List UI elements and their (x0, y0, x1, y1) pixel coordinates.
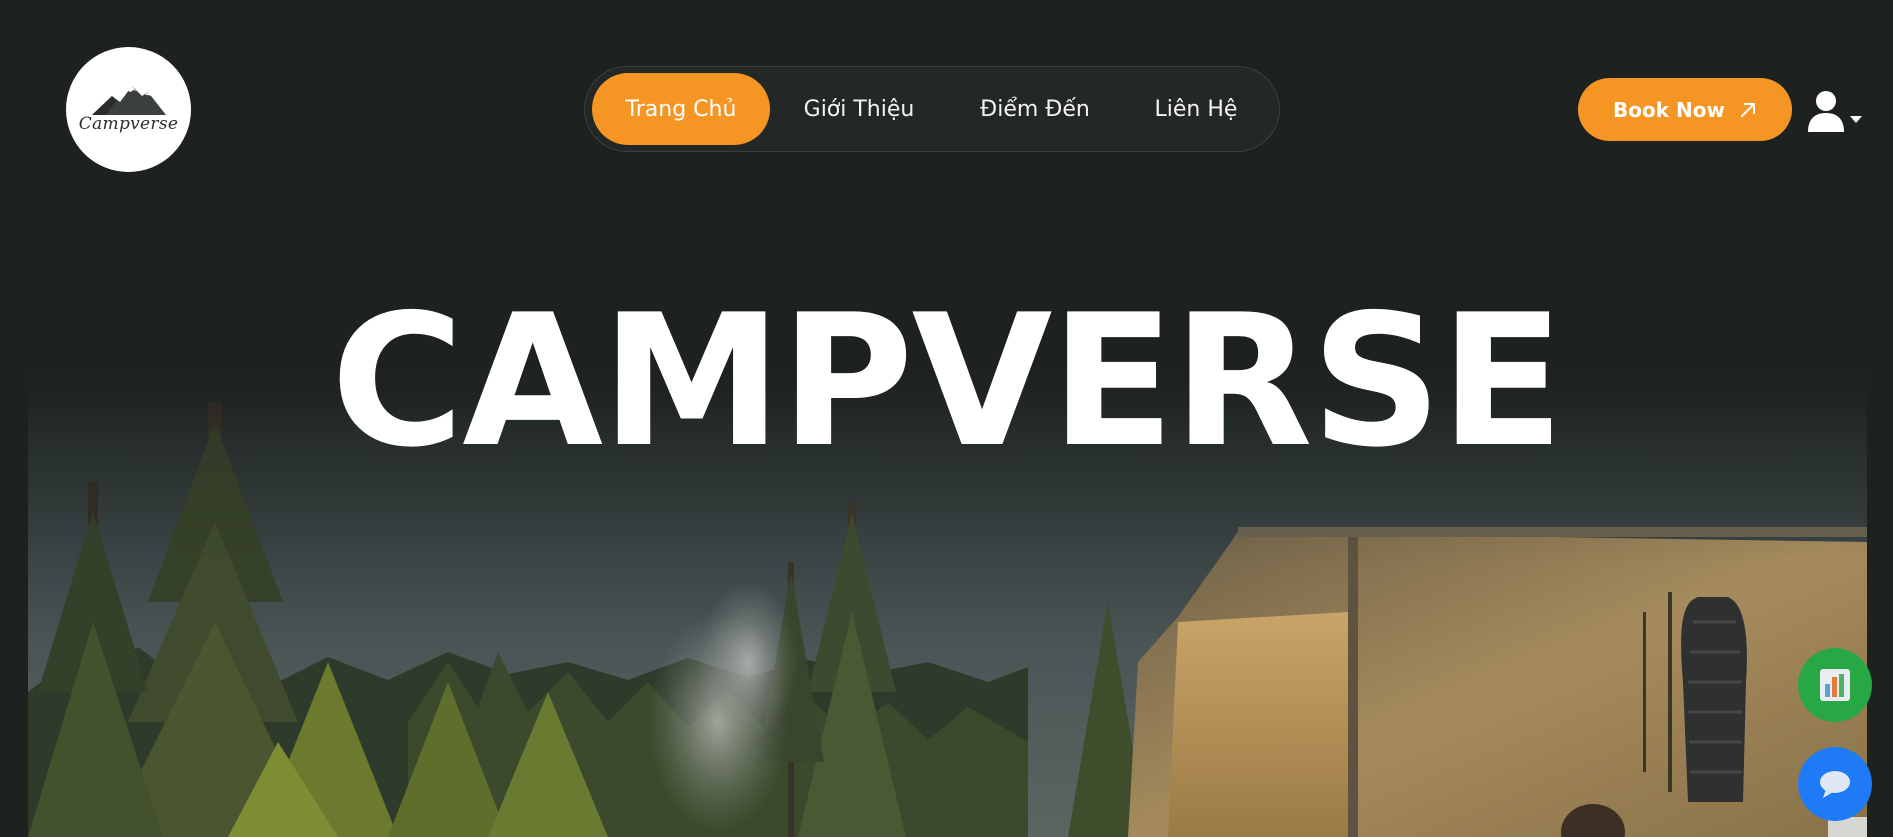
nav-item-gioi-thieu[interactable]: Giới Thiệu (770, 73, 948, 145)
logo-wordmark: Campverse (78, 113, 179, 134)
arrow-up-right-icon (1740, 102, 1755, 117)
nav-item-trang-chu[interactable]: Trang Chủ (592, 73, 770, 145)
main-nav: Trang Chủ Giới Thiệu Điểm Đến Liên Hệ (584, 66, 1280, 152)
bar-chart-icon (1820, 669, 1850, 701)
user-menu[interactable] (1806, 84, 1868, 132)
hero-title: CAMPVERSE (330, 275, 1565, 487)
book-now-label: Book Now (1613, 97, 1725, 122)
book-now-button[interactable]: Book Now (1578, 78, 1792, 141)
chat-bubble-icon (1820, 771, 1850, 798)
user-icon (1808, 91, 1844, 132)
mountain-icon (91, 85, 166, 115)
chat-floating-button[interactable] (1798, 747, 1872, 821)
page: Campverse Trang Chủ Giới Thiệu Điểm Đến … (0, 0, 1893, 837)
stats-floating-button[interactable] (1798, 648, 1872, 722)
nav-item-lien-he[interactable]: Liên Hệ (1122, 73, 1270, 145)
site-logo[interactable]: Campverse (66, 47, 191, 172)
nav-item-diem-den[interactable]: Điểm Đến (948, 73, 1122, 145)
caret-down-icon (1850, 116, 1862, 123)
